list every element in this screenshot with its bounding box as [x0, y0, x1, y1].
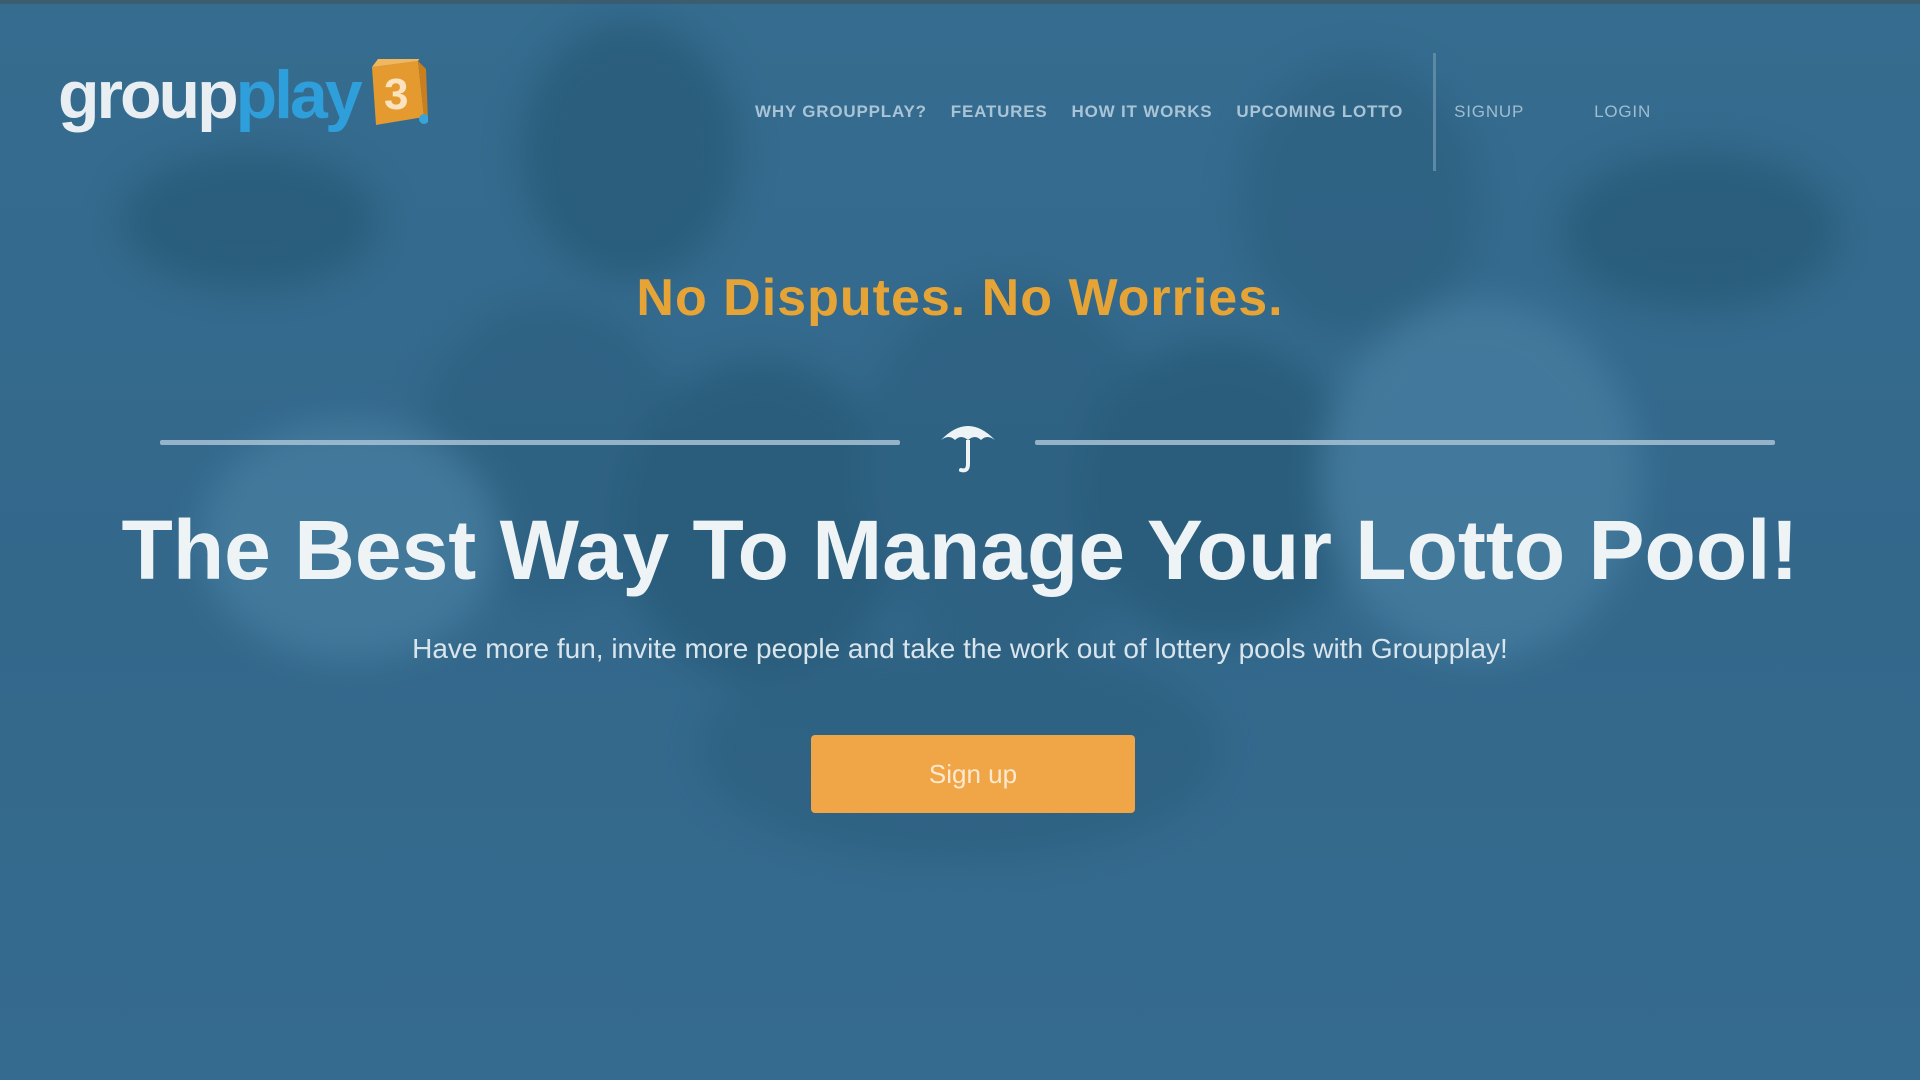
nav-features[interactable]: Features: [951, 102, 1048, 122]
nav-why-groupplay[interactable]: Why Groupplay?: [755, 102, 927, 122]
signup-button[interactable]: Sign up: [811, 735, 1135, 813]
logo-cube-icon: 3: [366, 55, 429, 131]
top-edge-bar: [0, 0, 1920, 4]
nav-signup-link[interactable]: Signup: [1454, 102, 1524, 122]
nav-divider: [1433, 53, 1437, 171]
groupplay-logo[interactable]: group play 3: [58, 50, 429, 140]
nav-how-it-works[interactable]: How It Works: [1072, 102, 1213, 122]
main-nav: Why Groupplay? Features How It Works Upc…: [755, 53, 1651, 171]
divider-line-right: [1035, 440, 1775, 445]
nav-login-link[interactable]: Login: [1594, 102, 1651, 122]
nav-upcoming-lotto[interactable]: Upcoming Lotto: [1236, 102, 1403, 122]
hero-section: group play 3 Why Groupplay? Features How…: [0, 0, 1920, 1080]
hero-subline: Have more fun, invite more people and ta…: [412, 633, 1508, 664]
umbrella-icon: [935, 410, 1001, 476]
divider-line-left: [160, 440, 900, 445]
hero-tagline: No Disputes. No Worries.: [636, 269, 1284, 327]
hero-headline: The Best Way To Manage Your Lotto Pool!: [121, 503, 1799, 597]
logo-text-play: play: [235, 57, 363, 133]
logo-text-group: group: [58, 57, 239, 133]
svg-text:3: 3: [384, 70, 407, 119]
